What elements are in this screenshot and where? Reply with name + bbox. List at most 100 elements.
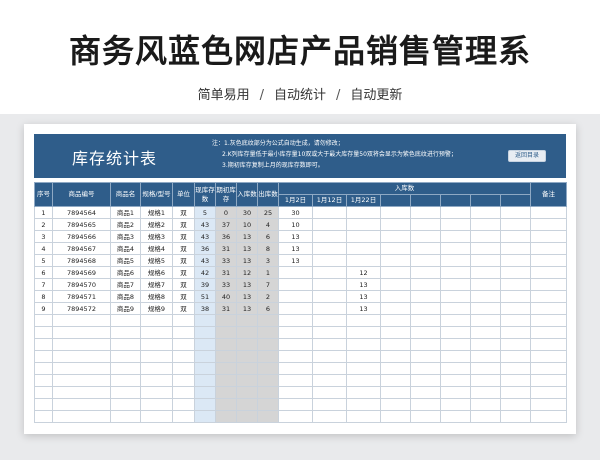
- cell-opening-stock[interactable]: 37: [215, 218, 237, 231]
- cell-remark[interactable]: [530, 218, 567, 231]
- cell-opening-stock[interactable]: [215, 350, 237, 363]
- cell-in-date-empty[interactable]: [470, 350, 501, 363]
- cell-in-date-2[interactable]: [312, 302, 347, 315]
- cell-in-date-empty[interactable]: [410, 362, 441, 375]
- cell-out-total[interactable]: [257, 326, 279, 339]
- cell-unit[interactable]: [172, 314, 195, 327]
- cell-in-date-1[interactable]: [278, 290, 313, 303]
- cell-in-date-3[interactable]: [346, 362, 381, 375]
- cell-in-date-empty[interactable]: [410, 206, 441, 219]
- cell-out-total[interactable]: [257, 374, 279, 387]
- cell-in-date-empty[interactable]: [440, 326, 471, 339]
- cell-out-total[interactable]: 4: [257, 218, 279, 231]
- cell-seq[interactable]: 3: [34, 230, 53, 243]
- cell-name[interactable]: [110, 326, 141, 339]
- cell-in-date-empty[interactable]: [500, 386, 531, 399]
- cell-remark[interactable]: [530, 326, 567, 339]
- cell-in-date-empty[interactable]: [470, 386, 501, 399]
- cell-in-date-empty[interactable]: [440, 314, 471, 327]
- cell-current-stock[interactable]: 36: [194, 242, 216, 255]
- cell-unit[interactable]: [172, 410, 195, 423]
- cell-code[interactable]: 7894565: [52, 218, 111, 231]
- cell-remark[interactable]: [530, 350, 567, 363]
- cell-in-date-empty[interactable]: [500, 254, 531, 267]
- cell-opening-stock[interactable]: [215, 386, 237, 399]
- cell-spec[interactable]: [140, 398, 173, 411]
- cell-in-total[interactable]: 13: [236, 302, 258, 315]
- cell-out-total[interactable]: 6: [257, 230, 279, 243]
- cell-in-date-1[interactable]: [278, 410, 313, 423]
- cell-in-date-empty[interactable]: [380, 326, 411, 339]
- cell-name[interactable]: [110, 398, 141, 411]
- cell-remark[interactable]: [530, 338, 567, 351]
- cell-in-date-empty[interactable]: [500, 230, 531, 243]
- cell-in-date-3[interactable]: [346, 230, 381, 243]
- cell-in-total[interactable]: [236, 410, 258, 423]
- cell-in-date-empty[interactable]: [470, 218, 501, 231]
- cell-name[interactable]: 商品6: [110, 266, 141, 279]
- cell-in-date-empty[interactable]: [500, 314, 531, 327]
- cell-in-date-empty[interactable]: [440, 242, 471, 255]
- cell-in-date-2[interactable]: [312, 266, 347, 279]
- cell-unit[interactable]: 双: [172, 290, 195, 303]
- cell-opening-stock[interactable]: [215, 362, 237, 375]
- cell-spec[interactable]: 规格8: [140, 290, 173, 303]
- cell-in-date-empty[interactable]: [500, 266, 531, 279]
- cell-opening-stock[interactable]: [215, 338, 237, 351]
- cell-in-date-1[interactable]: [278, 266, 313, 279]
- cell-name[interactable]: 商品3: [110, 230, 141, 243]
- cell-in-date-2[interactable]: [312, 290, 347, 303]
- cell-out-total[interactable]: 6: [257, 302, 279, 315]
- cell-spec[interactable]: [140, 386, 173, 399]
- cell-in-date-empty[interactable]: [500, 338, 531, 351]
- cell-in-date-empty[interactable]: [500, 290, 531, 303]
- cell-remark[interactable]: [530, 290, 567, 303]
- cell-seq[interactable]: 2: [34, 218, 53, 231]
- cell-opening-stock[interactable]: [215, 314, 237, 327]
- cell-spec[interactable]: [140, 338, 173, 351]
- cell-in-date-empty[interactable]: [440, 398, 471, 411]
- cell-in-date-2[interactable]: [312, 314, 347, 327]
- cell-in-date-3[interactable]: [346, 338, 381, 351]
- cell-in-date-2[interactable]: [312, 206, 347, 219]
- cell-in-date-empty[interactable]: [410, 350, 441, 363]
- cell-in-date-2[interactable]: [312, 386, 347, 399]
- cell-in-date-2[interactable]: [312, 254, 347, 267]
- cell-name[interactable]: 商品5: [110, 254, 141, 267]
- cell-in-date-2[interactable]: [312, 398, 347, 411]
- cell-seq[interactable]: [34, 350, 53, 363]
- cell-in-date-empty[interactable]: [380, 278, 411, 291]
- cell-current-stock[interactable]: 5: [194, 206, 216, 219]
- cell-remark[interactable]: [530, 314, 567, 327]
- cell-in-date-2[interactable]: [312, 338, 347, 351]
- cell-seq[interactable]: 5: [34, 254, 53, 267]
- cell-remark[interactable]: [530, 254, 567, 267]
- cell-in-date-empty[interactable]: [500, 218, 531, 231]
- cell-unit[interactable]: 双: [172, 218, 195, 231]
- cell-code[interactable]: 7894571: [52, 290, 111, 303]
- cell-code[interactable]: [52, 338, 111, 351]
- cell-in-date-empty[interactable]: [410, 230, 441, 243]
- cell-in-date-empty[interactable]: [410, 410, 441, 423]
- cell-unit[interactable]: 双: [172, 266, 195, 279]
- cell-in-date-3[interactable]: [346, 254, 381, 267]
- cell-in-date-1[interactable]: [278, 374, 313, 387]
- cell-in-date-empty[interactable]: [380, 302, 411, 315]
- cell-spec[interactable]: 规格4: [140, 242, 173, 255]
- cell-spec[interactable]: 规格6: [140, 266, 173, 279]
- cell-remark[interactable]: [530, 374, 567, 387]
- cell-in-date-3[interactable]: [346, 218, 381, 231]
- cell-remark[interactable]: [530, 410, 567, 423]
- cell-in-date-1[interactable]: [278, 314, 313, 327]
- cell-name[interactable]: 商品2: [110, 218, 141, 231]
- cell-opening-stock[interactable]: 33: [215, 278, 237, 291]
- cell-in-date-empty[interactable]: [380, 386, 411, 399]
- cell-in-date-empty[interactable]: [500, 326, 531, 339]
- cell-seq[interactable]: 8: [34, 290, 53, 303]
- cell-seq[interactable]: 9: [34, 302, 53, 315]
- cell-in-total[interactable]: 13: [236, 290, 258, 303]
- cell-in-date-empty[interactable]: [440, 386, 471, 399]
- cell-remark[interactable]: [530, 266, 567, 279]
- cell-in-date-empty[interactable]: [440, 290, 471, 303]
- cell-in-date-1[interactable]: 10: [278, 218, 313, 231]
